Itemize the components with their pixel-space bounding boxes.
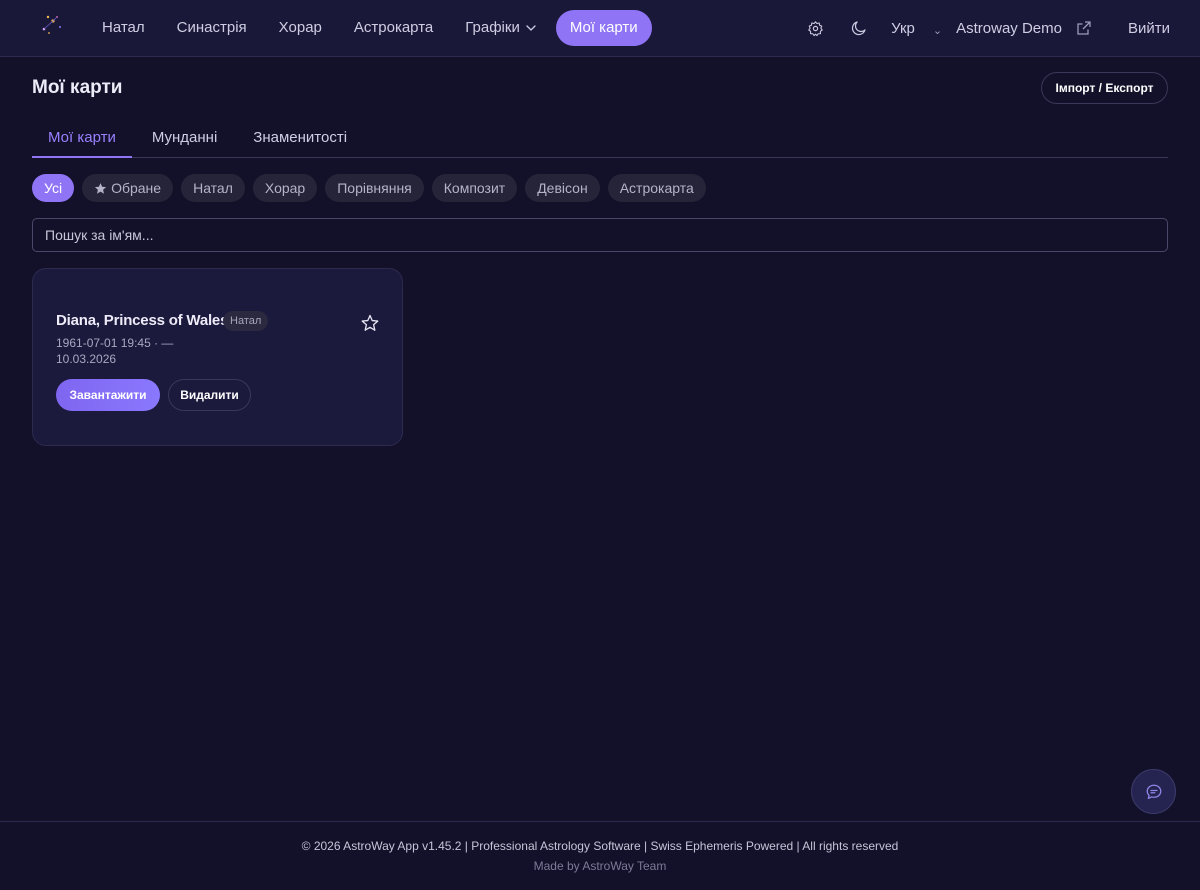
- filter-chip-comparison[interactable]: Порівняння: [325, 174, 424, 202]
- star-outline-icon[interactable]: [360, 313, 380, 333]
- moon-icon: [852, 21, 866, 36]
- chart-type-badge: Натал: [223, 311, 269, 331]
- chat-bubble-icon: [1146, 784, 1161, 799]
- filter-chip-horary[interactable]: Хорар: [252, 174, 318, 202]
- gear-icon: [807, 20, 823, 36]
- page-title: Мої карти: [32, 77, 123, 98]
- user-name: Astroway Demo: [956, 19, 1062, 37]
- chart-name: Diana, Princess of Wales: [56, 312, 229, 329]
- saved-chart-card: Diana, Princess of Wales Натал 1961-07-0…: [32, 268, 403, 446]
- top-navbar: Натал Синастрія Хорар Астрокарта Графіки…: [0, 0, 1200, 57]
- chat-button[interactable]: [1131, 769, 1176, 814]
- language-select-value: Укр: [891, 19, 915, 37]
- charts-tabs: Мої карти Мунданні Знаменитості: [32, 118, 1168, 158]
- nav-dropdown-charts-label: Графіки: [465, 19, 520, 36]
- language-select[interactable]: Укр ⌄: [891, 20, 942, 37]
- search-input[interactable]: [32, 218, 1168, 252]
- tab-mundane[interactable]: Мунданні: [136, 118, 233, 158]
- star-icon: [94, 182, 107, 194]
- nav-link-my-charts[interactable]: Мої карти: [555, 10, 652, 46]
- chart-meta: 1961-07-01 19:45 · — 10.03.2026: [56, 336, 174, 366]
- filter-chip-all[interactable]: Усі: [32, 174, 75, 202]
- nav-dropdown-charts[interactable]: Графіки: [449, 10, 552, 46]
- import-export-button[interactable]: Імпорт / Експорт: [1041, 72, 1168, 104]
- theme-toggle-button[interactable]: [837, 10, 881, 46]
- chevron-down-icon: [526, 25, 536, 31]
- astroway-logo-icon[interactable]: [38, 12, 66, 38]
- tab-my-charts[interactable]: Мої карти: [32, 118, 132, 158]
- tab-celebrities[interactable]: Знаменитості: [237, 118, 363, 158]
- filter-chip-natal[interactable]: Натал: [181, 174, 245, 202]
- logout-button[interactable]: Вийти: [1128, 20, 1170, 37]
- delete-chart-button[interactable]: Видалити: [168, 379, 251, 411]
- filter-chip-astrocartography[interactable]: Астрокарта: [607, 174, 706, 202]
- chevron-down-icon: ⌄: [932, 24, 943, 37]
- footer-credits: Made by AstroWay Team: [533, 859, 667, 873]
- main-nav: Натал Синастрія Хорар Астрокарта Графіки…: [86, 10, 652, 46]
- filter-chip-favorites[interactable]: Обране: [82, 174, 174, 202]
- nav-link-horary[interactable]: Хорар: [263, 10, 338, 46]
- filter-chip-composite[interactable]: Композит: [431, 174, 518, 202]
- nav-right-group: Укр ⌄ Astroway Demo Вийти: [793, 10, 1170, 46]
- chart-type-filters: Усі Обране Натал Хорар Порівняння Композ…: [32, 174, 714, 202]
- footer-copyright: © 2026 AstroWay App v1.45.2 | Profession…: [301, 839, 899, 853]
- nav-link-astrocartography[interactable]: Астрокарта: [338, 10, 449, 46]
- external-link-icon[interactable]: [1076, 20, 1092, 36]
- filter-chip-favorites-label: Обране: [111, 180, 162, 196]
- filter-chip-davison[interactable]: Девісон: [525, 174, 600, 202]
- nav-link-synastry[interactable]: Синастрія: [161, 10, 263, 46]
- settings-button[interactable]: [793, 10, 837, 46]
- load-chart-button[interactable]: Завантажити: [56, 379, 160, 411]
- nav-link-natal[interactable]: Натал: [86, 10, 161, 46]
- footer: © 2026 AstroWay App v1.45.2 | Profession…: [0, 821, 1200, 890]
